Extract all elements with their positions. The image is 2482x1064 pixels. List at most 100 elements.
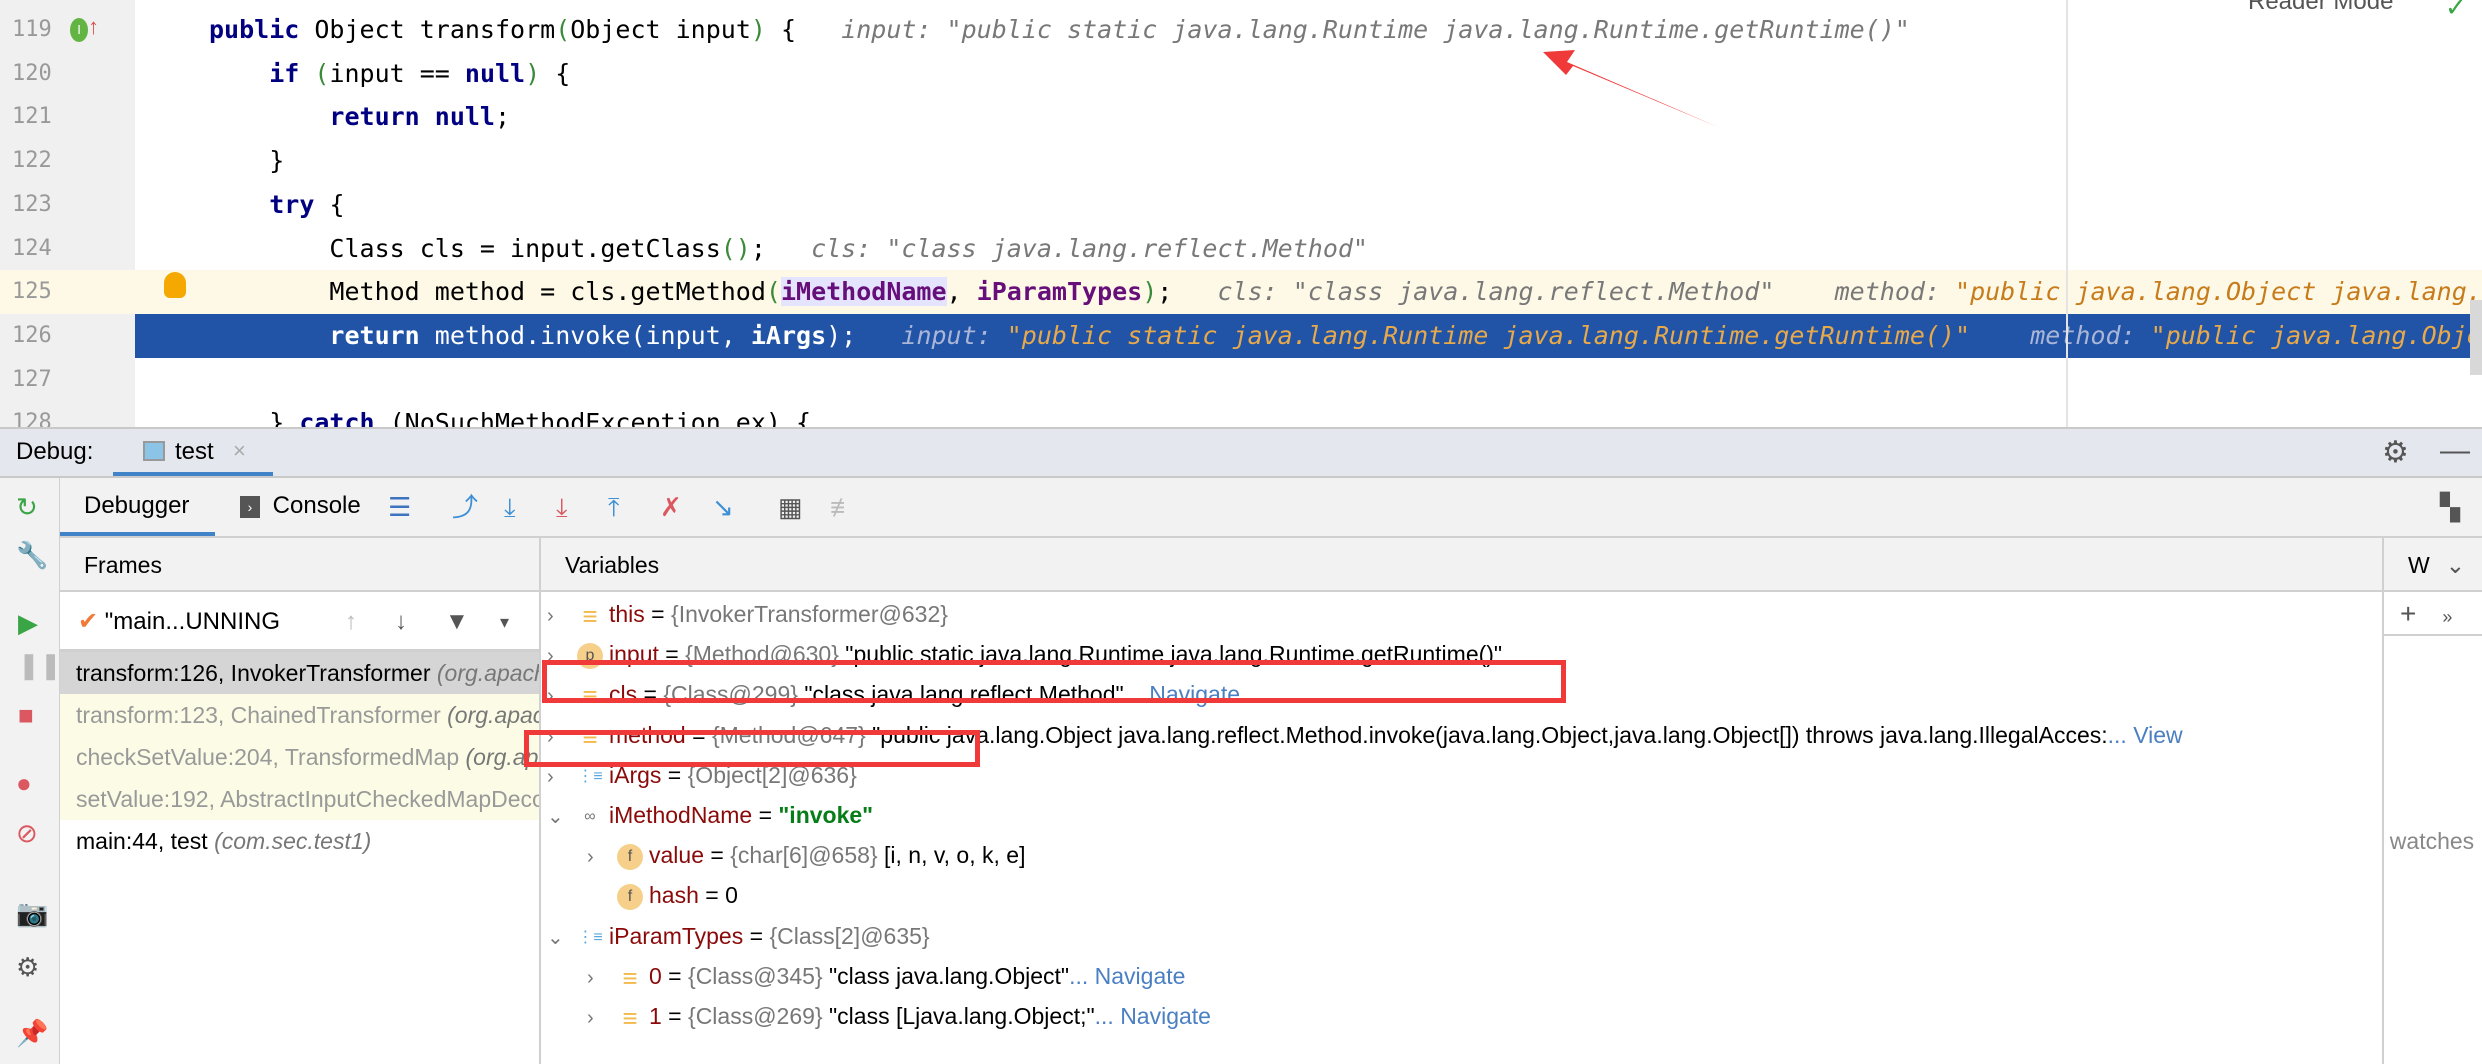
variables-header: Variables xyxy=(541,538,2382,592)
variable-type: {Class@345} xyxy=(688,962,823,989)
variable-type: {Class[2]@635} xyxy=(769,922,930,949)
variable-name: iMethodName xyxy=(609,802,753,828)
step-into-icon[interactable]: ⤓ xyxy=(556,492,568,522)
variable-type: {InvokerTransformer@632} xyxy=(671,601,948,627)
frame-item[interactable]: transform:126, InvokerTransformer (org.a… xyxy=(60,652,539,694)
layout-menu-icon[interactable]: ☰ xyxy=(388,492,411,522)
watch-icon: ∞ xyxy=(584,807,596,825)
stop-icon[interactable]: ■ xyxy=(18,700,34,730)
chevron-down-icon[interactable]: ⌄ xyxy=(2446,552,2465,578)
variable-row[interactable]: › ≡ 0 = {Class@345} "class java.lang.Objec… xyxy=(587,956,1185,996)
array-icon: ⋮≡ xyxy=(577,767,603,785)
pin-icon[interactable]: 📌 xyxy=(16,1018,48,1048)
step-out-icon[interactable]: ⤒ xyxy=(608,492,620,522)
equals-sign: = xyxy=(743,922,770,949)
run-config-icon xyxy=(143,441,165,461)
annotation-box-imethodname xyxy=(524,730,980,767)
settings-icon[interactable]: ⚙ xyxy=(16,952,39,982)
frame-item[interactable]: setValue:192, AbstractInputCheckedMapDec… xyxy=(60,778,539,820)
expand-icon[interactable]: ⌄ xyxy=(547,797,577,837)
equals-sign: = xyxy=(661,962,689,989)
variable-type: {Class@269} xyxy=(688,1003,823,1029)
expand-icon[interactable]: › xyxy=(587,958,617,998)
variable-name: 1 xyxy=(649,1003,662,1029)
step-over-icon[interactable]: ⤓ xyxy=(504,492,516,522)
camera-icon[interactable]: 📷 xyxy=(16,898,48,928)
navigate-link[interactable]: ... Navigate xyxy=(1095,1003,1211,1029)
minimize-icon[interactable]: — xyxy=(2440,434,2470,468)
frame-method: main:44, test xyxy=(76,828,215,854)
variable-row[interactable]: › f value = {char[6]@658} [i, n, v, o, k, … xyxy=(587,835,1025,875)
down-arrow-icon[interactable]: ↓ xyxy=(395,592,407,652)
view-link[interactable]: ... View xyxy=(2108,722,2183,748)
run-to-cursor-icon[interactable]: ↘ xyxy=(712,492,734,522)
final-field-icon: f xyxy=(617,884,643,911)
annotation-box-method xyxy=(542,660,1566,703)
variable-row[interactable]: › ≡ 1 = {Class@269} "class [Ljava.lang.Obj… xyxy=(587,996,1211,1036)
variables-panel: Variables › ≡ this = {InvokerTransformer@6… xyxy=(524,538,2382,1064)
variable-row[interactable]: ⌄ ∞ iMethodName = "invoke" xyxy=(547,795,873,835)
expand-icon[interactable]: ⌄ xyxy=(547,918,577,958)
add-watch-icon[interactable]: + xyxy=(2400,598,2416,629)
show-execution-point-icon[interactable]: ⤴ xyxy=(452,492,478,522)
frames-panel: Frames ✔ "main...UNNING ↑ ↓ ▼ ▾ transfor… xyxy=(60,538,541,1064)
thread-selector[interactable]: ✔ "main...UNNING ↑ ↓ ▼ ▾ xyxy=(60,592,539,652)
mute-breakpoints-icon[interactable]: ⊘ xyxy=(16,818,38,848)
evaluate-expression-icon[interactable]: ▦ xyxy=(778,492,803,522)
debugger-toolbar: Debugger › Console ☰ ⤴ ⤓ ⤓ ⤒ ✗ ↘ ▦ ≢ ▚ xyxy=(60,478,2482,538)
pause-icon[interactable]: ❚❚ xyxy=(18,650,62,680)
tab-test[interactable]: test × xyxy=(113,429,273,476)
rerun-icon[interactable]: ↻ xyxy=(16,492,38,522)
watches-panel: W ⌄ + » No watches xyxy=(2382,538,2482,1064)
frame-item[interactable]: main:44, test (com.sec.test1) xyxy=(60,820,539,862)
no-watches-text: No watches xyxy=(2384,828,2475,854)
variable-row[interactable]: f hash = 0 xyxy=(587,875,738,915)
variable-name: hash xyxy=(649,882,699,909)
close-tab-icon[interactable]: × xyxy=(233,438,246,464)
wrench-icon[interactable]: 🔧 xyxy=(16,540,48,570)
variable-name: 0 xyxy=(649,962,662,989)
frame-method: setValue:192, AbstractInputCheckedMapDec… xyxy=(76,786,539,812)
debug-tool-window-header: Debug: test × ⚙ — xyxy=(0,427,2482,478)
variable-value: [i, n, v, o, k, e] xyxy=(877,842,1026,869)
tab-console[interactable]: › Console xyxy=(240,478,361,536)
navigate-link[interactable]: ... Navigate xyxy=(1069,963,1185,989)
frame-item[interactable]: checkSetValue:204, TransformedMap (org.a… xyxy=(60,736,539,778)
more-icon[interactable]: » xyxy=(2442,607,2452,627)
frame-item[interactable]: transform:123, ChainedTransformer (org.a… xyxy=(60,694,539,736)
drop-frame-icon[interactable]: ✗ xyxy=(660,492,682,522)
frame-method: checkSetValue:204, TransformedMap xyxy=(76,744,466,770)
expand-icon[interactable]: › xyxy=(587,998,617,1038)
filter-icon[interactable]: ▼ xyxy=(445,592,469,652)
view-breakpoints-icon[interactable]: ● xyxy=(16,768,32,798)
gear-icon[interactable]: ⚙ xyxy=(2382,435,2409,470)
frame-method: transform:123, ChainedTransformer xyxy=(76,702,448,728)
restore-layout-icon[interactable]: ▚ xyxy=(2440,492,2460,522)
equals-sign: = xyxy=(703,842,731,869)
up-arrow-icon[interactable]: ↑ xyxy=(345,592,357,652)
variable-value: 0 xyxy=(725,882,738,909)
field-icon: ≡ xyxy=(622,962,638,993)
variable-row[interactable]: › ≡ this = {InvokerTransformer@632} xyxy=(547,594,948,634)
check-icon: ✔ xyxy=(78,608,99,635)
tab-debugger[interactable]: Debugger xyxy=(60,478,215,536)
equals-sign: = xyxy=(698,882,726,909)
variable-type: {char[6]@658} xyxy=(730,842,878,869)
field-icon: ≡ xyxy=(582,600,598,631)
expand-icon[interactable]: › xyxy=(547,596,577,636)
dropdown-icon[interactable]: ▾ xyxy=(500,592,509,652)
expand-icon[interactable]: › xyxy=(587,837,617,877)
array-icon: ⋮≡ xyxy=(577,928,603,946)
resume-icon[interactable]: ▶ xyxy=(18,608,38,638)
console-icon: › xyxy=(240,495,260,518)
code-editor[interactable]: 119 public Object transform(Object input)… xyxy=(0,0,2482,427)
frame-package: (com.sec.test1) xyxy=(214,828,372,854)
watches-header: W xyxy=(2408,552,2430,578)
debug-label: Debug: xyxy=(16,438,94,465)
trace-icon[interactable]: ≢ xyxy=(830,492,856,522)
variable-value: "invoke" xyxy=(778,802,874,828)
variable-row[interactable]: ⌄ ⋮≡ iParamTypes = {Class[2]@635} xyxy=(547,916,930,956)
variable-value: "public java.lang.Object java.lang.refle… xyxy=(865,721,2108,748)
variable-name: this xyxy=(609,601,645,627)
annotation-arrow xyxy=(1543,50,1718,127)
